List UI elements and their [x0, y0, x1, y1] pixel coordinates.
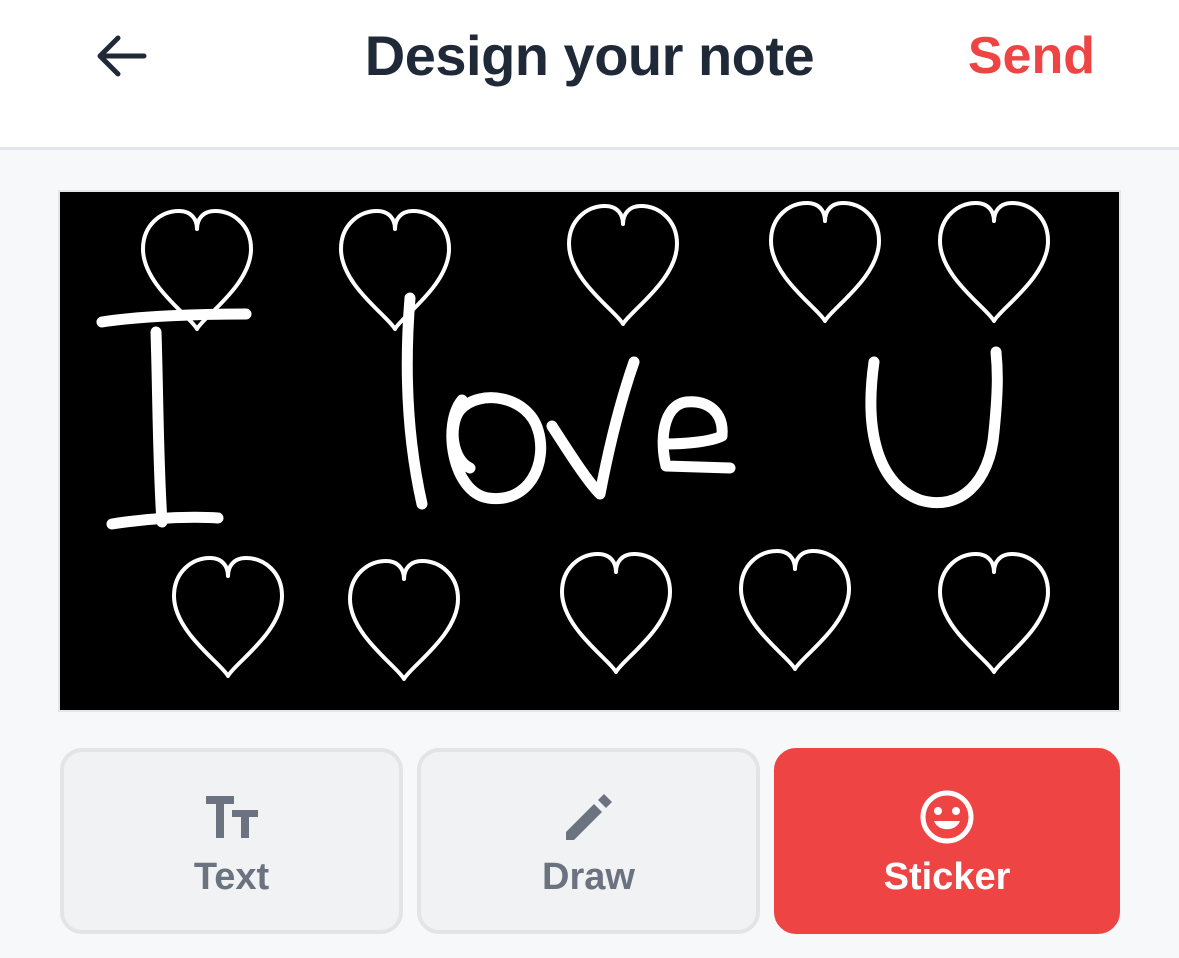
text-tool-label: Text [193, 856, 270, 898]
draw-tool-button[interactable]: Draw [417, 748, 760, 934]
smiley-face-icon [920, 790, 974, 844]
app-header: Design your note Send [0, 0, 1179, 150]
heart-sticker[interactable] [339, 209, 451, 331]
note-drawing [96, 201, 1050, 681]
sticker-tool-label: Sticker [883, 856, 1011, 898]
text-tool-button[interactable]: Text [60, 748, 403, 934]
tool-bar: Text Draw Sticker [60, 748, 1120, 934]
draw-tool-label: Draw [542, 856, 635, 898]
note-canvas[interactable] [58, 190, 1121, 712]
heart-sticker[interactable] [172, 556, 284, 678]
heart-sticker[interactable] [567, 204, 679, 326]
sticker-tool-button[interactable]: Sticker [774, 748, 1120, 934]
handwriting-strokes [96, 292, 1003, 530]
heart-sticker[interactable] [739, 549, 851, 671]
text-size-icon [205, 796, 258, 838]
pencil-icon [565, 794, 612, 840]
heart-sticker[interactable] [938, 201, 1050, 323]
heart-sticker[interactable] [938, 552, 1050, 674]
send-button[interactable]: Send [968, 22, 1095, 90]
heart-sticker[interactable] [348, 559, 460, 681]
heart-sticker[interactable] [560, 552, 672, 674]
heart-sticker[interactable] [769, 201, 881, 323]
